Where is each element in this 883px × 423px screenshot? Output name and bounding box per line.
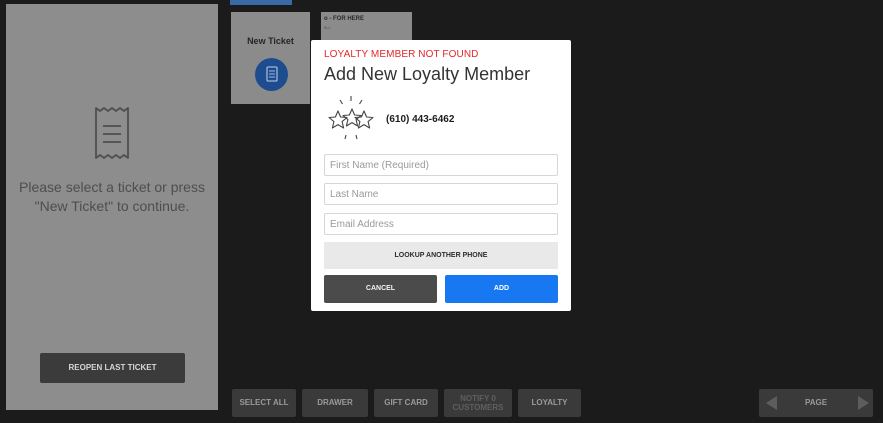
first-name-field[interactable] [324,154,558,176]
page-label: PAGE [804,398,828,407]
reopen-last-ticket-button[interactable]: REOPEN LAST TICKET [40,353,185,383]
email-field[interactable] [324,213,558,235]
ticket-subtext: /ILL [324,25,331,30]
left-panel: Please select a ticket or press "New Tic… [6,4,218,410]
error-message: LOYALTY MEMBER NOT FOUND [324,49,479,60]
new-ticket-icon-circle [255,58,288,91]
new-ticket-label: New Ticket [247,36,294,46]
cancel-button[interactable]: CANCEL [324,275,437,303]
notify-customers-button[interactable]: NOTIFY 0 CUSTOMERS [444,389,512,417]
add-button[interactable]: ADD [445,275,558,303]
loyalty-button[interactable]: LOYALTY [518,389,581,417]
notify-line-1: NOTIFY 0 [460,394,496,403]
last-name-field[interactable] [324,183,558,205]
dialog-title: Add New Loyalty Member [324,64,531,84]
lookup-another-phone-button[interactable]: LOOKUP ANOTHER PHONE [324,242,558,269]
document-icon [266,66,278,82]
stars-icon [328,96,374,140]
phone-number: (610) 443-6462 [386,114,455,125]
notify-line-2: CUSTOMERS [452,403,504,412]
empty-state-line-1: Please select a ticket or press [19,179,205,195]
ticket-card[interactable]: o - FOR HERE /ILL [321,12,412,42]
empty-state-line-2: "New Ticket" to continue. [34,198,190,214]
empty-state-message: Please select a ticket or press "New Tic… [6,178,218,216]
receipt-icon [95,107,129,159]
gift-card-button[interactable]: GIFT CARD [374,389,438,417]
add-loyalty-member-dialog: LOYALTY MEMBER NOT FOUND Add New Loyalty… [311,40,571,311]
select-all-button[interactable]: SELECT ALL [232,389,296,417]
page-navigator: PAGE [759,389,873,417]
drawer-button[interactable]: DRAWER [302,389,368,417]
top-tab-indicator [230,0,292,5]
arrow-right-icon[interactable] [858,396,869,410]
new-ticket-card[interactable]: New Ticket [231,12,310,104]
ticket-order-type: o - FOR HERE [324,16,364,22]
